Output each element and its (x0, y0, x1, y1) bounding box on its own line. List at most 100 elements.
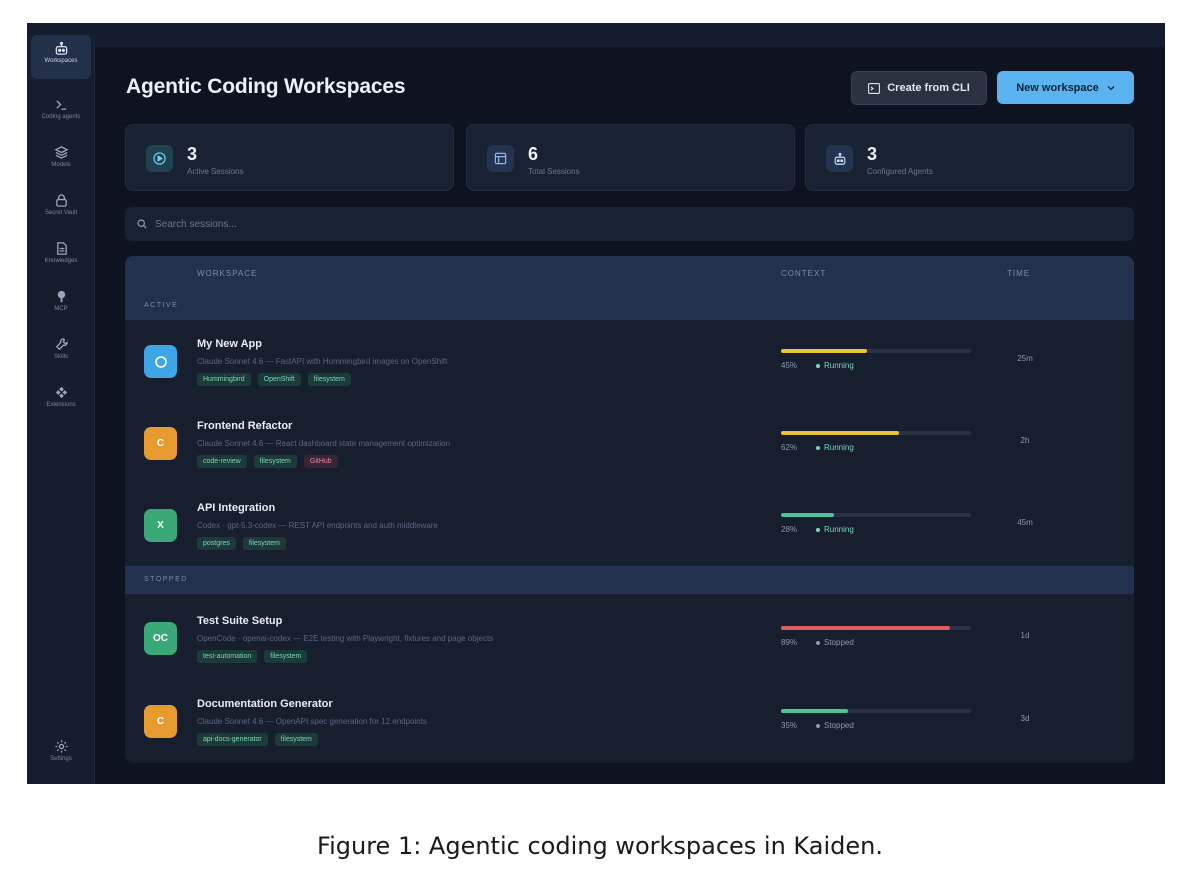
context-progress-fill (781, 513, 835, 517)
table-row[interactable]: C Documentation Generator Claude Sonnet 4.… (125, 680, 1134, 762)
status-label: Stopped (824, 721, 854, 730)
tag-chip: code-review (197, 455, 247, 468)
sidebar-item-settings[interactable]: Settings (27, 733, 95, 777)
workspace-description: OpenCode · openai-codex — E2E testing wi… (197, 634, 494, 643)
tag-chip: Hummingbird (197, 373, 251, 386)
search-icon (137, 219, 147, 229)
tag-list: code-review filesystem GitHub (197, 455, 338, 468)
tag-chip: filesystem (264, 650, 308, 663)
context-percent: 62% (781, 443, 798, 452)
gear-icon (54, 740, 68, 753)
terminal-icon (55, 100, 66, 110)
agent-avatar: C (144, 427, 177, 460)
stat-label: Configured Agents (867, 167, 933, 176)
tag-chip: filesystem (307, 373, 351, 386)
context-progress-fill (781, 349, 867, 353)
create-from-cli-button[interactable]: Create from CLI (851, 71, 987, 105)
plug-icon (57, 290, 65, 303)
agent-avatar (144, 345, 177, 378)
new-workspace-button[interactable]: New workspace (997, 71, 1134, 104)
puzzle-icon (55, 386, 67, 399)
workspace-description: Claude Sonnet 4.6 — OpenAPI spec generat… (197, 717, 427, 726)
stat-label: Total Sessions (528, 167, 580, 176)
group-label: ACTIVE (144, 302, 179, 309)
status-dot-icon (816, 640, 820, 645)
workspace-name: Documentation Generator (197, 698, 333, 710)
context-progress-bar (781, 626, 971, 630)
sidebar-item-extensions[interactable]: Extensions (27, 379, 95, 423)
context-progress-bar (781, 709, 971, 713)
workspace-name: My New App (197, 338, 262, 350)
sidebar-item-knowledges[interactable]: Knowledges (27, 235, 95, 279)
new-workspace-label: New workspace (1016, 81, 1099, 94)
window-icon (487, 145, 514, 172)
search-input[interactable] (155, 218, 555, 230)
status-label: Stopped (824, 638, 854, 647)
sidebar-item-models[interactable]: Models (27, 139, 95, 183)
table-row[interactable]: X API Integration Codex · gpt-5.3-codex — … (125, 484, 1134, 566)
table-row[interactable]: C Frontend Refactor Claude Sonnet 4.6 — Re… (125, 402, 1134, 484)
tag-list: Hummingbird OpenShift filesystem (197, 373, 351, 386)
elapsed-time: 2h (1020, 436, 1030, 445)
terminal-window-icon (868, 82, 881, 94)
sidebar-item-label: Settings (50, 756, 72, 762)
stat-label: Active Sessions (187, 167, 244, 176)
elapsed-time: 25m (1017, 354, 1033, 363)
table-row[interactable]: My New App Claude Sonnet 4.6 — FastAPI wi… (125, 320, 1134, 402)
search-bar (125, 207, 1134, 241)
workspace-description: Claude Sonnet 4.6 — React dashboard stat… (197, 439, 451, 448)
window-top-bar (27, 23, 1165, 47)
status-dot-icon (816, 527, 820, 532)
status-indicator: Running (816, 361, 854, 370)
tag-list: test-automation filesystem (197, 650, 308, 663)
context-progress-fill (781, 431, 899, 435)
wrench-icon (55, 338, 68, 351)
tag-chip: GitHub (303, 455, 338, 468)
status-dot-icon (816, 723, 820, 728)
layers-icon (53, 146, 69, 159)
group-header-active: ACTIVE (125, 292, 1134, 320)
sidebar-item-workspaces[interactable]: Workspaces (31, 35, 91, 79)
status-indicator: Stopped (816, 638, 854, 647)
status-dot-icon (816, 445, 820, 450)
sidebar-item-label: Models (51, 162, 71, 168)
column-header-time: TIME (1007, 269, 1031, 278)
status-indicator: Stopped (816, 721, 854, 730)
column-header-context: CONTEXT (781, 269, 827, 278)
agent-avatar: X (144, 509, 177, 542)
tag-list: api-docs-generator filesystem (197, 733, 318, 746)
tag-chip: OpenShift (257, 373, 301, 386)
robot-icon (826, 145, 853, 172)
tag-chip: test-automation (197, 650, 258, 663)
context-percent: 45% (781, 361, 798, 370)
sessions-table: WORKSPACE CONTEXT TIME ACTIVE My New App… (125, 256, 1134, 763)
sidebar-item-label: MCP (54, 306, 68, 312)
elapsed-time: 45m (1017, 518, 1033, 527)
sidebar-item-skills[interactable]: Skills (27, 331, 95, 375)
elapsed-time: 1d (1020, 631, 1030, 640)
table-row[interactable]: OC Test Suite Setup OpenCode · openai-code… (125, 597, 1134, 679)
tag-chip: filesystem (253, 455, 297, 468)
context-percent: 28% (781, 525, 798, 534)
tag-chip: postgres (197, 537, 236, 550)
robot-icon (55, 41, 67, 55)
workspace-name: API Integration (197, 502, 276, 514)
context-progress-fill (781, 709, 848, 713)
status-label: Running (824, 361, 854, 370)
status-indicator: Running (816, 443, 854, 452)
tag-chip: filesystem (274, 733, 318, 746)
sidebar: Workspaces Coding agents Models Secret V… (27, 35, 95, 784)
sidebar-item-label: Extensions (46, 402, 76, 408)
workspace-description: Codex · gpt-5.3-codex — REST API endpoin… (197, 521, 438, 530)
context-percent: 89% (781, 638, 798, 647)
stat-card-configured-agents: 3 Configured Agents (805, 124, 1134, 191)
sidebar-item-coding-agents[interactable]: Coding agents (27, 91, 95, 135)
context-progress-bar (781, 513, 971, 517)
sidebar-item-secret-vault[interactable]: Secret Vault (27, 187, 95, 231)
group-label: STOPPED (144, 576, 188, 583)
stat-card-active-sessions: 3 Active Sessions (125, 124, 454, 191)
tag-chip: filesystem (242, 537, 286, 550)
stat-value: 3 (187, 144, 198, 164)
sidebar-item-mcp[interactable]: MCP (27, 283, 95, 327)
context-progress-bar (781, 349, 971, 353)
